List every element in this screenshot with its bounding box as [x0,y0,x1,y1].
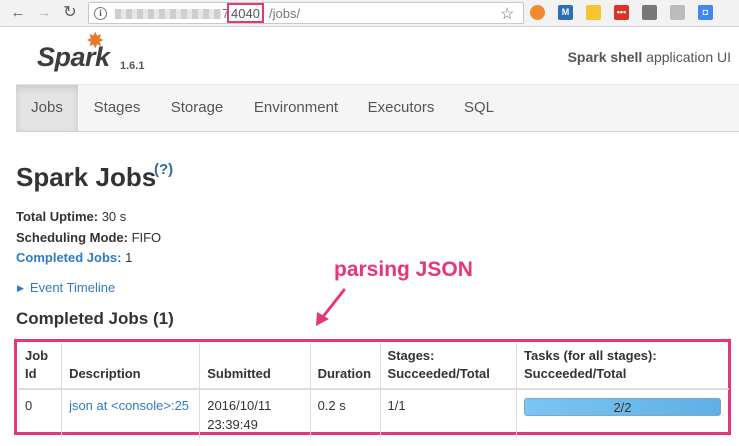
uptime-value: 30 s [98,209,127,224]
info-icon[interactable]: i [94,7,107,20]
expand-triangle-icon: ▶ [17,283,24,293]
event-timeline-label: Event Timeline [29,280,116,295]
cell-duration: 0.2 s [310,389,381,438]
app-name: Spark shell [567,49,643,65]
url-path: /jobs/ [269,6,301,21]
tab-executors[interactable]: Executors [354,85,448,131]
help-link[interactable]: (?) [154,161,173,178]
table-row: 0 json at <console>:25 2016/10/11 23:39:4… [18,389,729,438]
extension-m-icon[interactable]: M [558,5,573,20]
extension-screen-icon[interactable]: ◘ [698,5,713,20]
total-uptime: Total Uptime: 30 s [16,209,126,224]
address-bar[interactable]: i 7 4040 /jobs/ ☆ [88,2,524,24]
event-timeline-toggle[interactable]: ▶ Event Timeline [17,280,115,295]
nav-bar: Jobs Stages Storage Environment Executor… [16,84,739,132]
column-header-description[interactable]: Description [61,343,201,390]
extension-notes-icon[interactable] [586,5,601,20]
column-header-duration[interactable]: Duration [310,343,381,390]
app-title: Spark shell application UI [568,49,731,65]
extension-dots-icon[interactable]: ••• [614,5,629,20]
spark-star-icon: ✸ [86,28,105,53]
scheduling-mode: Scheduling Mode: FIFO [16,230,161,245]
reload-icon[interactable]: ↻ [60,3,80,23]
cell-submitted: 2016/10/11 23:39:49 [199,389,311,438]
tasks-progress-label: 2/2 [613,400,632,415]
extension-box-icon[interactable] [642,5,657,20]
column-header-tasks[interactable]: Tasks (for all stages): Succeeded/Total [516,343,729,390]
forward-arrow-icon[interactable]: → [34,3,54,23]
uptime-label: Total Uptime: [16,209,99,224]
table-header-row: Job Id Description Submitted Duration Sta… [18,343,729,390]
completed-jobs-summary: Completed Jobs: 1 [16,250,132,265]
mode-label: Scheduling Mode: [16,230,128,245]
completed-jobs-table-box: Job Id Description Submitted Duration Sta… [14,339,731,438]
tab-environment[interactable]: Environment [238,85,354,131]
completed-jobs-link[interactable]: Completed Jobs: [16,250,121,265]
back-arrow-icon[interactable]: ← [8,3,28,23]
extension-drive-icon[interactable] [670,5,685,20]
column-header-submitted[interactable]: Submitted [199,343,311,390]
cell-stages: 1/1 [380,389,518,438]
cell-job-id: 0 [18,389,63,438]
job-description-link[interactable]: json at <console>:25 [69,398,189,413]
bookmark-star-icon[interactable]: ☆ [500,4,514,24]
cell-description: json at <console>:25 [61,389,201,438]
mode-value: FIFO [127,230,162,245]
url-host-blurred [115,9,221,19]
tab-sql[interactable]: SQL [448,85,510,131]
column-header-stages[interactable]: Stages: Succeeded/Total [380,343,518,390]
spark-version: 1.6.1 [120,60,145,72]
app-suffix: application UI [642,49,731,65]
tasks-progress-bar: 2/2 [524,398,721,416]
page-title: Spark Jobs [16,162,157,192]
tab-storage[interactable]: Storage [156,85,238,131]
column-header-job-id[interactable]: Job Id [18,343,63,390]
completed-jobs-value: 1 [121,250,133,265]
annotation-arrow-icon [316,288,346,326]
tab-jobs[interactable]: Jobs [16,85,78,131]
tab-stages[interactable]: Stages [78,85,156,131]
section-title: Completed Jobs (1) [16,309,174,328]
cell-tasks: 2/2 [517,389,730,438]
extension-fox-icon[interactable] [530,5,545,20]
url-port-highlight: 4040 [227,3,264,23]
browser-toolbar: ← → ↻ i 7 4040 /jobs/ ☆ M ••• ◘ [0,0,739,27]
completed-jobs-table: Job Id Description Submitted Duration Sta… [18,343,729,438]
annotation-label: parsing JSON [334,258,473,281]
